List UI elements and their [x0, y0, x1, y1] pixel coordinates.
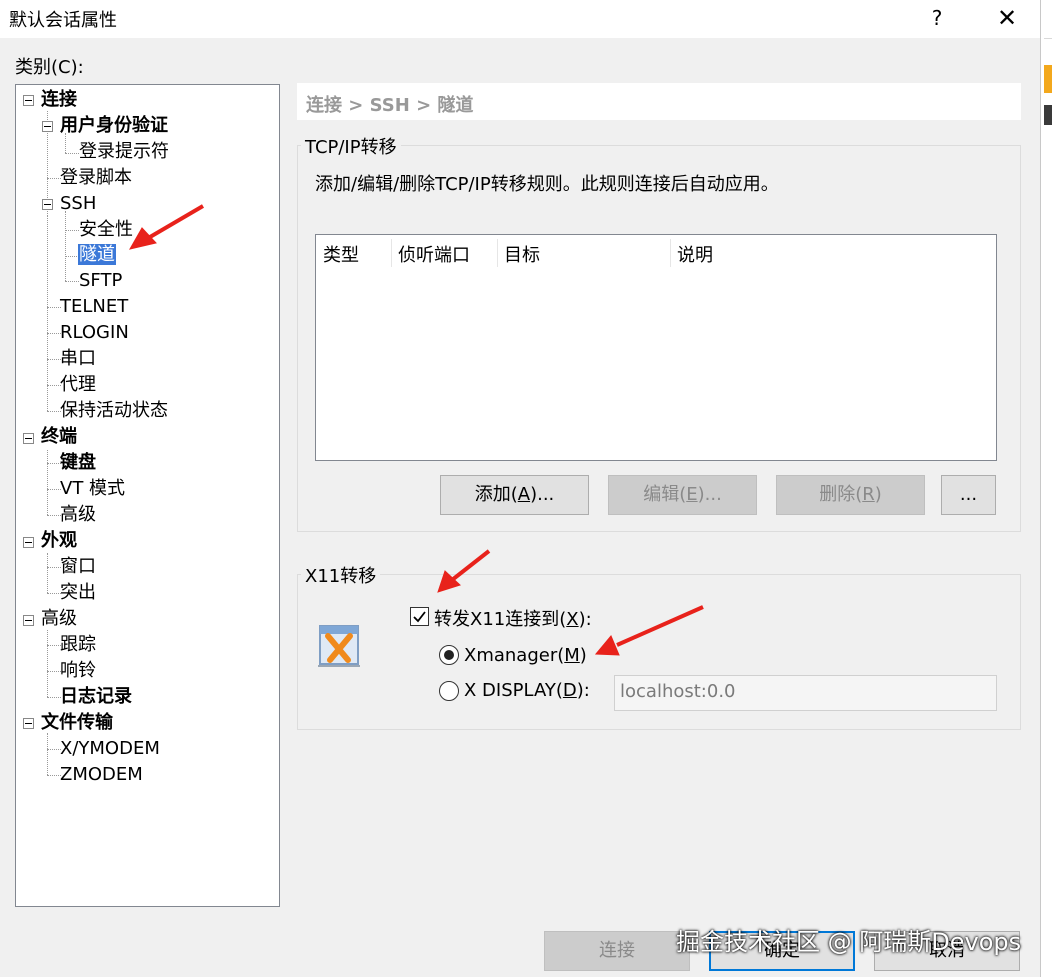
- tree-line: [47, 411, 61, 412]
- watermark: 掘金技术社区 @ 阿瑞斯Devops: [676, 928, 1022, 956]
- background-mark: [1044, 105, 1052, 125]
- tree-line: [65, 256, 79, 257]
- xmanager-radio[interactable]: [439, 645, 459, 665]
- tree-item-terminal[interactable]: 终端: [41, 425, 77, 449]
- column-header-listen-port[interactable]: 侦听端口: [398, 241, 470, 267]
- tree-item-tunnel[interactable]: 隧道: [78, 243, 116, 267]
- tcp-description: 添加/编辑/删除TCP/IP转移规则。此规则连接后自动应用。: [315, 174, 779, 195]
- tree-line: [65, 281, 79, 282]
- x11-group-title: X11转移: [301, 562, 381, 588]
- tree-item-window[interactable]: 窗口: [60, 555, 96, 579]
- tree-line: [47, 307, 61, 308]
- tree-item-telnet[interactable]: TELNET: [60, 295, 128, 319]
- background-window-edge: [1040, 0, 1052, 977]
- radio-selected-dot: [444, 650, 454, 660]
- column-separator: [391, 239, 392, 267]
- more-button[interactable]: ...: [941, 475, 996, 515]
- tree-line: [65, 230, 79, 231]
- edit-button[interactable]: 编辑(E)...: [608, 475, 757, 515]
- forward-x11-checkbox[interactable]: [410, 607, 429, 626]
- forwarding-rules-list[interactable]: 类型 侦听端口 目标 说明: [315, 234, 997, 461]
- tree-line: [47, 489, 61, 490]
- tree-item-ssh[interactable]: SSH: [60, 192, 96, 216]
- tree-line: [47, 697, 61, 698]
- tree-item-rlogin[interactable]: RLOGIN: [60, 321, 129, 345]
- tree-item-login-prompt[interactable]: 登录提示符: [79, 140, 169, 164]
- tree-line: [47, 463, 61, 464]
- tree-line: [47, 593, 61, 594]
- collapse-icon[interactable]: [23, 718, 34, 729]
- tree-item-connection[interactable]: 连接: [41, 88, 77, 112]
- tree-line: [47, 450, 48, 515]
- tree-item-logging[interactable]: 日志记录: [60, 685, 132, 709]
- tree-line: [47, 775, 61, 776]
- tree-item-file-transfer[interactable]: 文件传输: [41, 711, 113, 735]
- tree-line: [47, 385, 61, 386]
- x-display-label[interactable]: X DISPLAY(D):: [464, 680, 590, 701]
- tree-item-keyboard[interactable]: 键盘: [60, 451, 96, 475]
- collapse-icon[interactable]: [23, 433, 34, 444]
- tree-line: [47, 749, 61, 750]
- tree-line: [47, 567, 61, 568]
- tree-item-bell[interactable]: 响铃: [60, 659, 96, 683]
- collapse-icon[interactable]: [23, 615, 34, 626]
- column-header-target[interactable]: 目标: [504, 241, 540, 267]
- tree-item-highlight[interactable]: 突出: [60, 581, 96, 605]
- tree-item-serial[interactable]: 串口: [60, 347, 96, 371]
- tree-item-proxy[interactable]: 代理: [60, 373, 96, 397]
- category-tree[interactable]: 连接 用户身份验证 登录提示符 登录脚本 SSH 安全性 隧道 SFTP TEL…: [15, 84, 280, 907]
- tree-item-trace[interactable]: 跟踪: [60, 633, 96, 657]
- tcp-group-title: TCP/IP转移: [301, 133, 401, 159]
- delete-button[interactable]: 删除(R): [776, 475, 925, 515]
- tree-item-appearance[interactable]: 外观: [41, 529, 77, 553]
- category-label: 类别(C):: [15, 57, 84, 78]
- collapse-icon[interactable]: [23, 537, 34, 548]
- tree-line: [47, 671, 61, 672]
- tree-item-auth[interactable]: 用户身份验证: [60, 114, 168, 138]
- x-display-radio[interactable]: [439, 681, 459, 701]
- forward-x11-label[interactable]: 转发X11连接到(X):: [434, 605, 592, 631]
- collapse-icon[interactable]: [42, 121, 53, 132]
- close-button[interactable]: ✕: [990, 2, 1024, 34]
- tree-line: [47, 178, 61, 179]
- xmanager-label[interactable]: Xmanager(M): [464, 645, 587, 666]
- title-bar: [0, 0, 1040, 38]
- tree-item-xymodem[interactable]: X/YMODEM: [60, 737, 160, 761]
- breadcrumb: 连接 > SSH > 隧道: [306, 95, 474, 116]
- background-highlight: [1044, 65, 1052, 93]
- tree-line: [65, 211, 66, 281]
- tree-item-terminal-advanced[interactable]: 高级: [60, 503, 96, 527]
- tree-item-login-script[interactable]: 登录脚本: [60, 166, 132, 190]
- tree-item-tunnel-label: 隧道: [78, 244, 116, 265]
- tree-item-vt-mode[interactable]: VT 模式: [60, 477, 125, 501]
- column-header-description[interactable]: 说明: [677, 241, 713, 267]
- tree-line: [47, 515, 61, 516]
- column-separator: [670, 239, 671, 267]
- tree-item-security[interactable]: 安全性: [79, 218, 133, 242]
- background-divider: [1044, 38, 1052, 39]
- tree-item-keepalive[interactable]: 保持活动状态: [60, 399, 168, 423]
- tree-item-advanced[interactable]: 高级: [41, 607, 77, 631]
- tree-item-zmodem[interactable]: ZMODEM: [60, 763, 143, 787]
- help-button[interactable]: ?: [922, 4, 952, 32]
- collapse-icon[interactable]: [42, 199, 53, 210]
- connect-button[interactable]: 连接: [544, 931, 690, 971]
- tree-line: [47, 553, 48, 593]
- tree-line: [47, 359, 61, 360]
- tree-line: [65, 153, 79, 154]
- column-header-type[interactable]: 类型: [323, 241, 359, 267]
- tree-line: [47, 733, 48, 775]
- add-button[interactable]: 添加(A)...: [440, 475, 589, 515]
- tree-line: [47, 645, 61, 646]
- tree-line: [47, 216, 48, 411]
- x-display-input[interactable]: localhost:0.0: [614, 675, 997, 711]
- xmanager-icon: [318, 625, 360, 667]
- collapse-icon[interactable]: [23, 95, 34, 106]
- window-title: 默认会话属性: [9, 10, 117, 31]
- column-separator: [497, 239, 498, 267]
- tree-line: [47, 333, 61, 334]
- tree-item-sftp[interactable]: SFTP: [79, 269, 122, 293]
- tree-line: [47, 630, 48, 697]
- checkmark-icon: [413, 611, 426, 623]
